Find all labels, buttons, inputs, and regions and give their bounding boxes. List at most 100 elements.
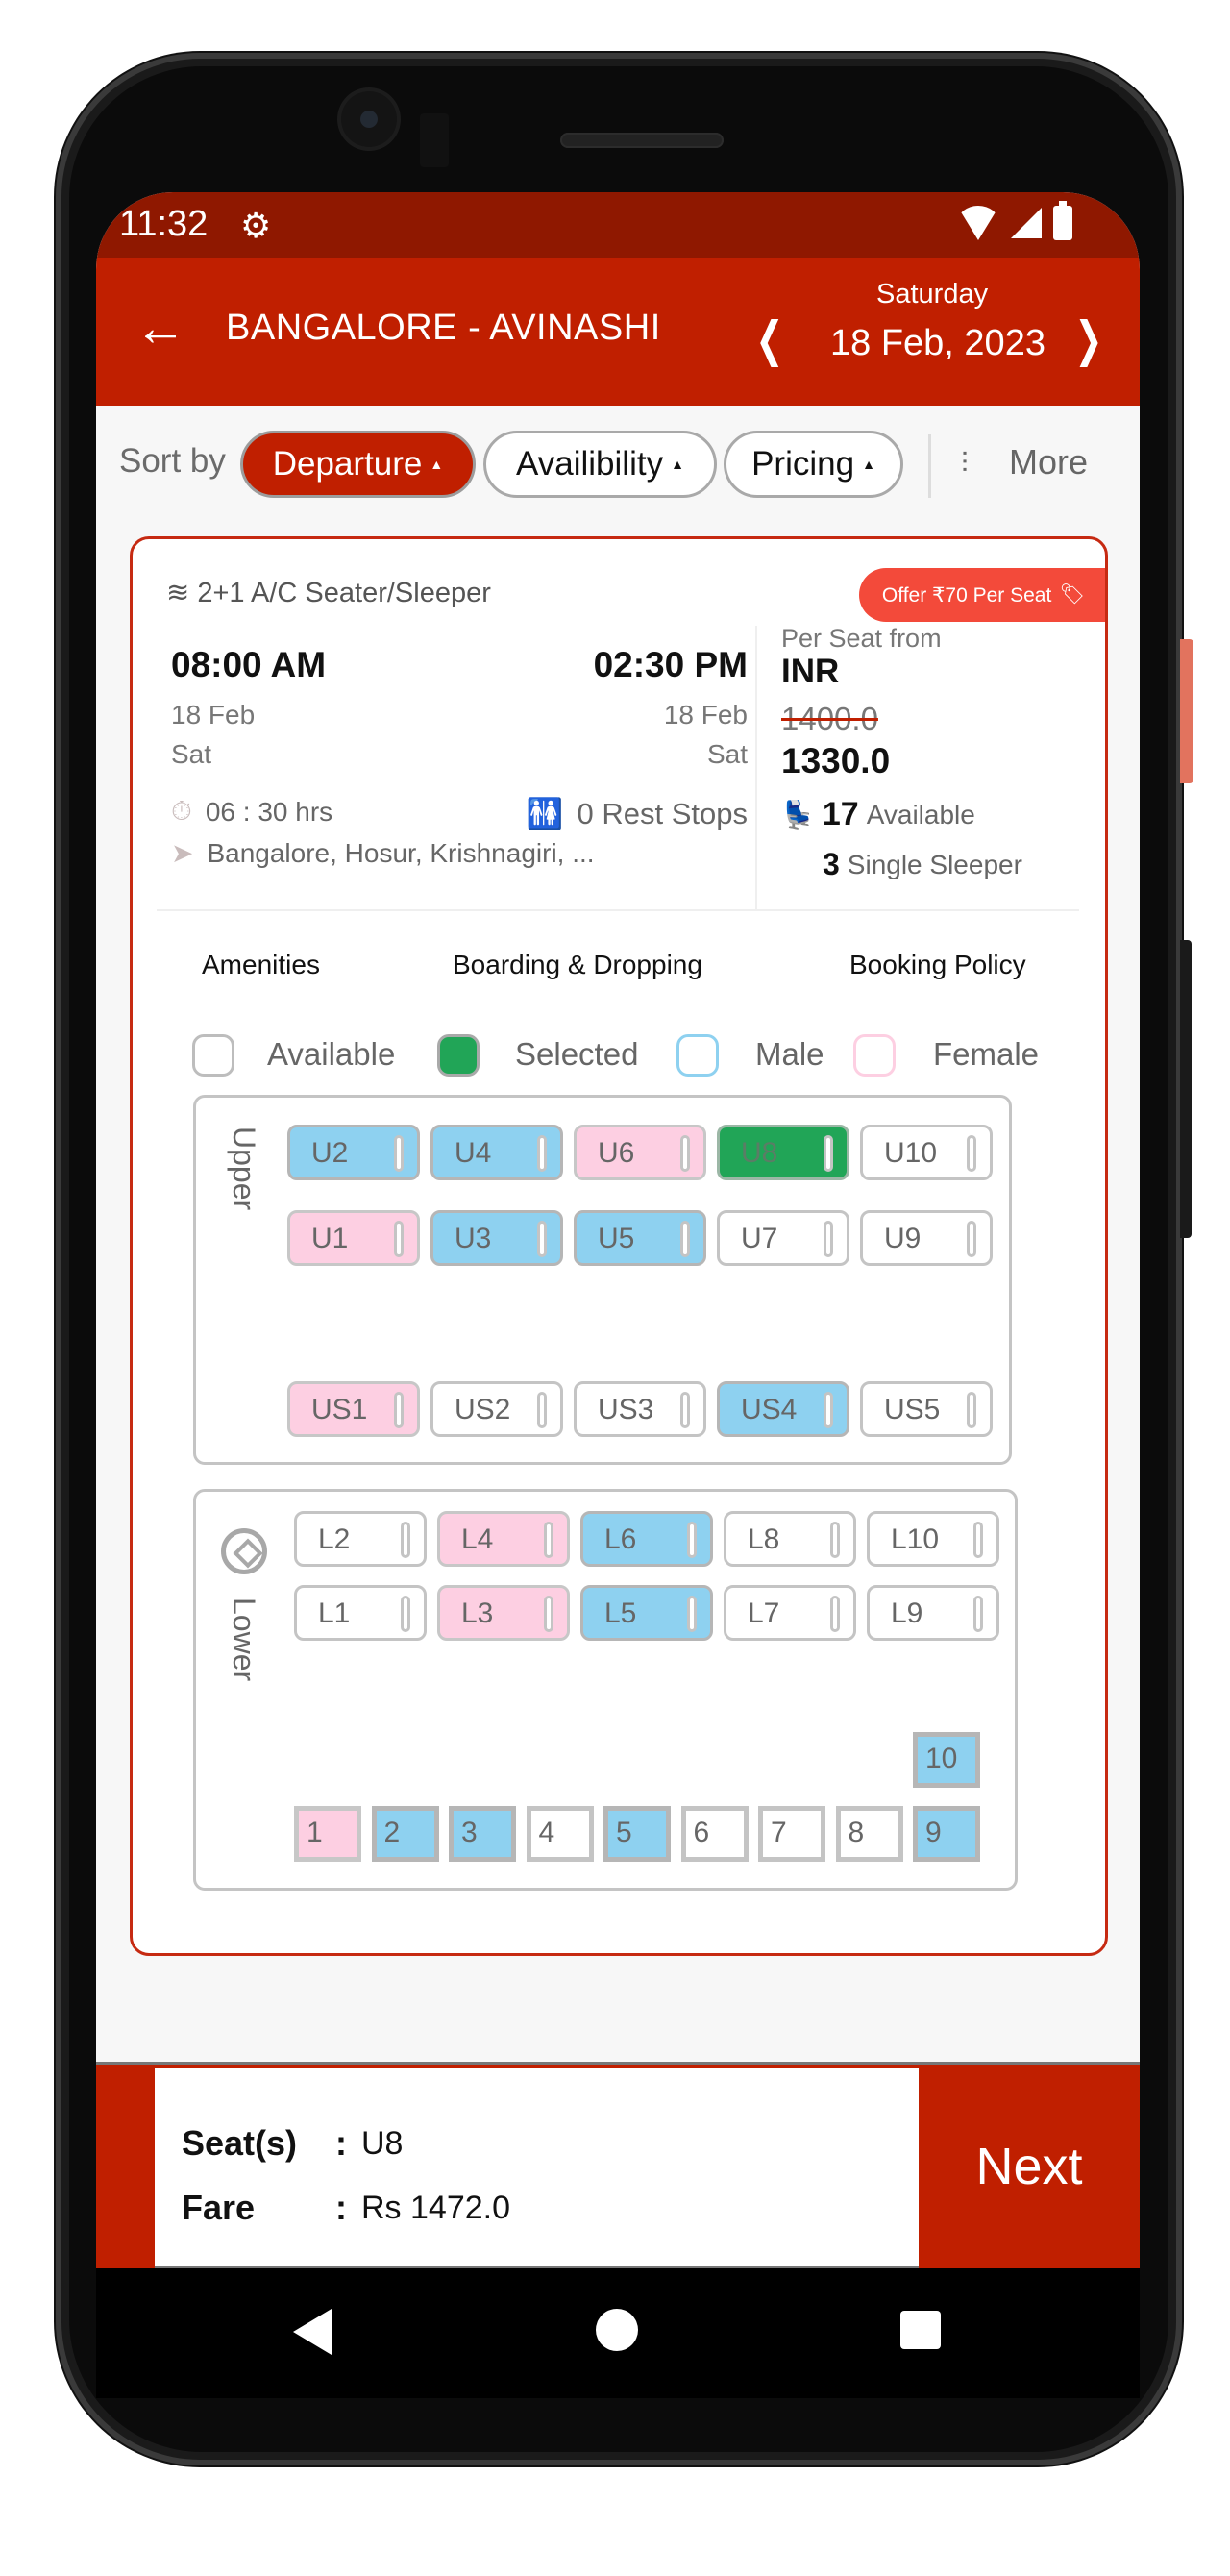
seat-1[interactable]: 1: [294, 1806, 361, 1862]
berth-label: L5: [604, 1598, 637, 1629]
bus-type-label: 2+1 A/C Seater/Sleeper: [197, 578, 491, 608]
pillow-icon: [537, 1392, 547, 1428]
previous-date-chevron-icon[interactable]: ❮: [755, 315, 783, 363]
seat-10[interactable]: 10: [913, 1732, 980, 1788]
lower-deck: Lower L2 L4 L6 L8 L10 L1 L3 L5 L7 L9 1 2 3 4 5 6 7 8 9 10: [193, 1489, 1018, 1891]
seat-7[interactable]: 7: [758, 1806, 825, 1862]
seat-4[interactable]: 4: [526, 1806, 594, 1862]
berth-l8[interactable]: L8: [724, 1511, 856, 1567]
berth-label: L3: [461, 1598, 494, 1629]
app-screen: 11:32 ⚙ ← BANGALORE - AVINASHI Saturday …: [96, 192, 1140, 2398]
divider: [755, 626, 757, 909]
berth-u3[interactable]: U3: [430, 1210, 563, 1266]
sort-availability-chip[interactable]: Availibility ▲: [483, 431, 717, 498]
next-date-chevron-icon[interactable]: ❯: [1074, 315, 1102, 363]
berth-us1[interactable]: US1: [287, 1381, 420, 1437]
berth-u2[interactable]: U2: [287, 1125, 420, 1180]
earpiece-speaker: [560, 133, 724, 148]
journey-date[interactable]: 18 Feb, 2023: [830, 323, 1046, 364]
nav-recents-icon[interactable]: [900, 2311, 941, 2349]
berth-u6[interactable]: U6: [574, 1125, 706, 1180]
berth-label: U8: [741, 1137, 778, 1169]
berth-l9[interactable]: L9: [867, 1585, 999, 1641]
seat-label: 3: [461, 1817, 478, 1848]
sort-bar: Sort by Departure ▲ Availibility ▲ Prici…: [96, 406, 1140, 521]
berth-label: US1: [311, 1394, 368, 1425]
tab-boarding-dropping[interactable]: Boarding & Dropping: [453, 950, 702, 980]
pillow-icon: [401, 1522, 410, 1558]
via-text: Bangalore, Hosur, Krishnagiri, ...: [207, 837, 595, 868]
filter-sliders-icon[interactable]: ⫶: [961, 448, 969, 481]
currency: INR: [781, 653, 840, 690]
berth-label: L4: [461, 1523, 494, 1555]
tab-booking-policy[interactable]: Booking Policy: [849, 950, 1026, 980]
berth-l4[interactable]: L4: [437, 1511, 570, 1567]
arrival-date: 18 Feb: [663, 700, 748, 730]
berth-u4[interactable]: U4: [430, 1125, 563, 1180]
berth-l2[interactable]: L2: [294, 1511, 427, 1567]
legend-male-swatch: [676, 1034, 719, 1077]
seat-9[interactable]: 9: [913, 1806, 980, 1862]
fare-colon: :: [335, 2188, 347, 2227]
sort-departure-chip[interactable]: Departure ▲: [240, 431, 476, 498]
seat-2[interactable]: 2: [371, 1806, 439, 1862]
pillow-icon: [824, 1135, 833, 1172]
berth-u1[interactable]: U1: [287, 1210, 420, 1266]
front-camera: [341, 91, 397, 147]
total-fare: Rs 1472.0: [361, 2190, 510, 2226]
pillow-icon: [401, 1596, 410, 1632]
nav-back-icon[interactable]: [293, 2309, 332, 2355]
booking-summary-bar: Seat(s) : U8 Fare : Rs 1472.0 Next: [96, 2062, 1140, 2268]
seat-label: 2: [383, 1817, 401, 1848]
nav-home-icon[interactable]: [596, 2309, 638, 2351]
seat-3[interactable]: 3: [449, 1806, 516, 1862]
berth-label: L8: [748, 1523, 780, 1555]
berth-l3[interactable]: L3: [437, 1585, 570, 1641]
seat-5[interactable]: 5: [603, 1806, 671, 1862]
upper-deck-label: Upper: [227, 1127, 261, 1211]
arrival-time: 02:30 PM: [593, 645, 748, 684]
departure-date: 18 Feb: [171, 700, 256, 730]
date-weekday: Saturday: [876, 279, 989, 310]
berth-u7[interactable]: U7: [717, 1210, 849, 1266]
pillow-icon: [394, 1392, 404, 1428]
tab-amenities[interactable]: Amenities: [202, 950, 320, 980]
selected-seats: U8: [361, 2125, 404, 2162]
seat-6[interactable]: 6: [680, 1806, 749, 1862]
bus-card: ≋ 2+1 A/C Seater/Sleeper Offer ₹70 Per S…: [130, 536, 1108, 1956]
berth-l6[interactable]: L6: [580, 1511, 713, 1567]
berth-u9[interactable]: U9: [860, 1210, 993, 1266]
berth-u5[interactable]: U5: [574, 1210, 706, 1266]
berth-l7[interactable]: L7: [724, 1585, 856, 1641]
berth-label: U3: [455, 1223, 492, 1254]
pillow-icon: [680, 1221, 690, 1257]
stopwatch-icon: ⏱: [171, 796, 192, 826]
berth-us3[interactable]: US3: [574, 1381, 706, 1437]
berth-us5[interactable]: US5: [860, 1381, 993, 1437]
power-button: [1180, 639, 1193, 783]
offer-badge: Offer ₹70 Per Seat 🏷: [858, 568, 1105, 622]
berth-l10[interactable]: L10: [867, 1511, 999, 1567]
pillow-icon: [973, 1596, 983, 1632]
berth-l5[interactable]: L5: [580, 1585, 713, 1641]
back-arrow-icon[interactable]: ←: [135, 302, 186, 354]
seat-label: 6: [693, 1817, 710, 1848]
next-button[interactable]: Next: [919, 2065, 1140, 2268]
berth-label: U7: [741, 1223, 778, 1254]
divider: [157, 909, 1079, 911]
sort-pricing-chip[interactable]: Pricing ▲: [724, 431, 903, 498]
available-count: 17: [822, 796, 859, 832]
berth-u8[interactable]: U8: [717, 1125, 849, 1180]
berth-us4[interactable]: US4: [717, 1381, 849, 1437]
berth-u10[interactable]: U10: [860, 1125, 993, 1180]
chip-label: Availibility: [516, 445, 664, 483]
berth-label: U6: [598, 1137, 635, 1169]
berth-us2[interactable]: US2: [430, 1381, 563, 1437]
berth-l1[interactable]: L1: [294, 1585, 427, 1641]
seat-8[interactable]: 8: [835, 1806, 903, 1862]
pillow-icon: [680, 1135, 690, 1172]
status-icons: [957, 201, 1072, 240]
more-filters-button[interactable]: More: [1009, 442, 1088, 483]
berth-label: L9: [891, 1598, 923, 1629]
pillow-icon: [544, 1596, 554, 1632]
